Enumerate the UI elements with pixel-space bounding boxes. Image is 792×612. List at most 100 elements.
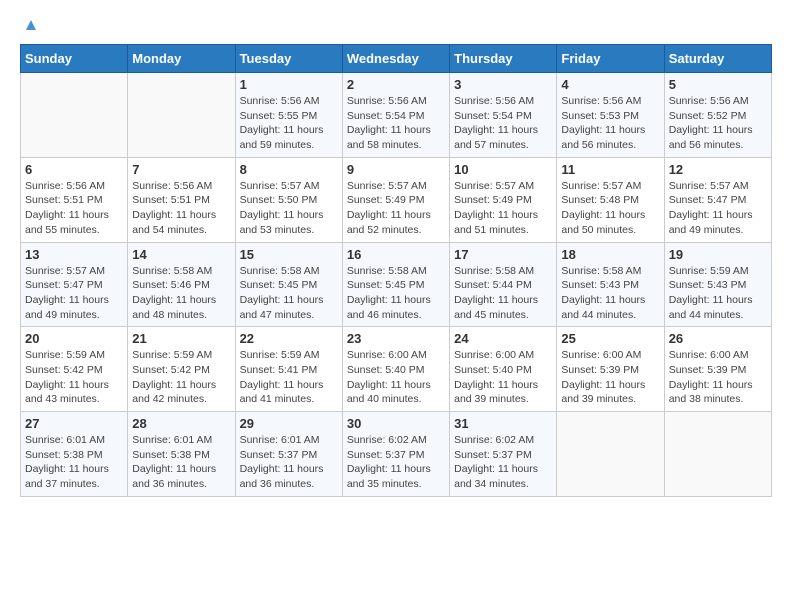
column-header-sunday: Sunday xyxy=(21,45,128,73)
calendar-week-row: 13 Sunrise: 5:57 AMSunset: 5:47 PMDayligh… xyxy=(21,242,772,327)
calendar-cell: 13 Sunrise: 5:57 AMSunset: 5:47 PMDayligh… xyxy=(21,242,128,327)
calendar-cell: 31 Sunrise: 6:02 AMSunset: 5:37 PMDayligh… xyxy=(450,412,557,497)
calendar-cell: 19 Sunrise: 5:59 AMSunset: 5:43 PMDayligh… xyxy=(664,242,771,327)
day-number: 2 xyxy=(347,77,445,92)
day-number: 22 xyxy=(240,331,338,346)
calendar-cell: 21 Sunrise: 5:59 AMSunset: 5:42 PMDayligh… xyxy=(128,327,235,412)
day-number: 15 xyxy=(240,247,338,262)
day-info: Sunrise: 5:58 AMSunset: 5:45 PMDaylight:… xyxy=(347,264,445,323)
day-info: Sunrise: 6:00 AMSunset: 5:40 PMDaylight:… xyxy=(347,348,445,407)
calendar-cell: 26 Sunrise: 6:00 AMSunset: 5:39 PMDayligh… xyxy=(664,327,771,412)
calendar-cell: 9 Sunrise: 5:57 AMSunset: 5:49 PMDaylight… xyxy=(342,157,449,242)
day-info: Sunrise: 5:56 AMSunset: 5:54 PMDaylight:… xyxy=(454,94,552,153)
day-info: Sunrise: 5:57 AMSunset: 5:48 PMDaylight:… xyxy=(561,179,659,238)
day-info: Sunrise: 6:00 AMSunset: 5:40 PMDaylight:… xyxy=(454,348,552,407)
day-info: Sunrise: 6:01 AMSunset: 5:38 PMDaylight:… xyxy=(132,433,230,492)
day-number: 5 xyxy=(669,77,767,92)
calendar-cell: 28Sunrise: 6:01 AMSunset: 5:38 PMDayligh… xyxy=(128,412,235,497)
day-number: 18 xyxy=(561,247,659,262)
column-header-friday: Friday xyxy=(557,45,664,73)
calendar-cell: 4Sunrise: 5:56 AMSunset: 5:53 PMDaylight… xyxy=(557,73,664,158)
calendar-cell: 18Sunrise: 5:58 AMSunset: 5:43 PMDayligh… xyxy=(557,242,664,327)
day-info: Sunrise: 5:58 AMSunset: 5:45 PMDaylight:… xyxy=(240,264,338,323)
day-number: 27 xyxy=(25,416,123,431)
day-info: Sunrise: 6:01 AMSunset: 5:37 PMDaylight:… xyxy=(240,433,338,492)
day-info: Sunrise: 5:59 AMSunset: 5:42 PMDaylight:… xyxy=(132,348,230,407)
logo xyxy=(20,20,40,34)
calendar-cell xyxy=(128,73,235,158)
calendar-header-row: SundayMondayTuesdayWednesdayThursdayFrid… xyxy=(21,45,772,73)
day-info: Sunrise: 5:58 AMSunset: 5:44 PMDaylight:… xyxy=(454,264,552,323)
day-info: Sunrise: 6:02 AMSunset: 5:37 PMDaylight:… xyxy=(347,433,445,492)
calendar-cell: 22 Sunrise: 5:59 AMSunset: 5:41 PMDayligh… xyxy=(235,327,342,412)
calendar-cell: 14Sunrise: 5:58 AMSunset: 5:46 PMDayligh… xyxy=(128,242,235,327)
day-number: 8 xyxy=(240,162,338,177)
calendar-cell: 30 Sunrise: 6:02 AMSunset: 5:37 PMDayligh… xyxy=(342,412,449,497)
day-info: Sunrise: 5:56 AMSunset: 5:52 PMDaylight:… xyxy=(669,94,767,153)
day-info: Sunrise: 6:00 AMSunset: 5:39 PMDaylight:… xyxy=(561,348,659,407)
day-number: 13 xyxy=(25,247,123,262)
day-number: 6 xyxy=(25,162,123,177)
day-info: Sunrise: 5:56 AMSunset: 5:54 PMDaylight:… xyxy=(347,94,445,153)
day-info: Sunrise: 5:56 AMSunset: 5:51 PMDaylight:… xyxy=(25,179,123,238)
day-info: Sunrise: 5:57 AMSunset: 5:47 PMDaylight:… xyxy=(669,179,767,238)
calendar-week-row: 27 Sunrise: 6:01 AMSunset: 5:38 PMDayligh… xyxy=(21,412,772,497)
day-number: 26 xyxy=(669,331,767,346)
day-info: Sunrise: 5:56 AMSunset: 5:55 PMDaylight:… xyxy=(240,94,338,153)
day-info: Sunrise: 6:00 AMSunset: 5:39 PMDaylight:… xyxy=(669,348,767,407)
day-number: 30 xyxy=(347,416,445,431)
day-number: 29 xyxy=(240,416,338,431)
day-info: Sunrise: 5:57 AMSunset: 5:49 PMDaylight:… xyxy=(347,179,445,238)
day-info: Sunrise: 5:59 AMSunset: 5:41 PMDaylight:… xyxy=(240,348,338,407)
calendar-cell: 24 Sunrise: 6:00 AMSunset: 5:40 PMDayligh… xyxy=(450,327,557,412)
calendar-cell: 3 Sunrise: 5:56 AMSunset: 5:54 PMDaylight… xyxy=(450,73,557,158)
calendar-week-row: 6 Sunrise: 5:56 AMSunset: 5:51 PMDaylight… xyxy=(21,157,772,242)
day-number: 23 xyxy=(347,331,445,346)
page-header xyxy=(20,20,772,34)
day-info: Sunrise: 5:57 AMSunset: 5:50 PMDaylight:… xyxy=(240,179,338,238)
calendar-cell xyxy=(21,73,128,158)
day-info: Sunrise: 5:59 AMSunset: 5:42 PMDaylight:… xyxy=(25,348,123,407)
day-number: 16 xyxy=(347,247,445,262)
column-header-saturday: Saturday xyxy=(664,45,771,73)
calendar-cell: 7 Sunrise: 5:56 AMSunset: 5:51 PMDaylight… xyxy=(128,157,235,242)
day-number: 7 xyxy=(132,162,230,177)
calendar-cell: 6 Sunrise: 5:56 AMSunset: 5:51 PMDaylight… xyxy=(21,157,128,242)
day-number: 10 xyxy=(454,162,552,177)
day-info: Sunrise: 6:02 AMSunset: 5:37 PMDaylight:… xyxy=(454,433,552,492)
calendar-cell: 27 Sunrise: 6:01 AMSunset: 5:38 PMDayligh… xyxy=(21,412,128,497)
day-info: Sunrise: 5:57 AMSunset: 5:49 PMDaylight:… xyxy=(454,179,552,238)
day-info: Sunrise: 6:01 AMSunset: 5:38 PMDaylight:… xyxy=(25,433,123,492)
calendar-cell: 8 Sunrise: 5:57 AMSunset: 5:50 PMDaylight… xyxy=(235,157,342,242)
day-number: 17 xyxy=(454,247,552,262)
column-header-monday: Monday xyxy=(128,45,235,73)
day-number: 31 xyxy=(454,416,552,431)
calendar-cell: 25Sunrise: 6:00 AMSunset: 5:39 PMDayligh… xyxy=(557,327,664,412)
day-number: 3 xyxy=(454,77,552,92)
calendar-cell: 23 Sunrise: 6:00 AMSunset: 5:40 PMDayligh… xyxy=(342,327,449,412)
column-header-wednesday: Wednesday xyxy=(342,45,449,73)
calendar-cell: 5 Sunrise: 5:56 AMSunset: 5:52 PMDaylight… xyxy=(664,73,771,158)
column-header-thursday: Thursday xyxy=(450,45,557,73)
day-info: Sunrise: 5:56 AMSunset: 5:53 PMDaylight:… xyxy=(561,94,659,153)
day-number: 11 xyxy=(561,162,659,177)
column-header-tuesday: Tuesday xyxy=(235,45,342,73)
calendar-cell: 11 Sunrise: 5:57 AMSunset: 5:48 PMDayligh… xyxy=(557,157,664,242)
day-number: 9 xyxy=(347,162,445,177)
day-info: Sunrise: 5:57 AMSunset: 5:47 PMDaylight:… xyxy=(25,264,123,323)
logo-triangle-icon xyxy=(22,16,40,34)
calendar-week-row: 1 Sunrise: 5:56 AMSunset: 5:55 PMDaylight… xyxy=(21,73,772,158)
calendar-week-row: 20 Sunrise: 5:59 AMSunset: 5:42 PMDayligh… xyxy=(21,327,772,412)
day-number: 1 xyxy=(240,77,338,92)
calendar-cell: 29 Sunrise: 6:01 AMSunset: 5:37 PMDayligh… xyxy=(235,412,342,497)
day-number: 20 xyxy=(25,331,123,346)
calendar-cell: 12 Sunrise: 5:57 AMSunset: 5:47 PMDayligh… xyxy=(664,157,771,242)
day-number: 12 xyxy=(669,162,767,177)
day-number: 19 xyxy=(669,247,767,262)
day-info: Sunrise: 5:59 AMSunset: 5:43 PMDaylight:… xyxy=(669,264,767,323)
calendar-cell: 17 Sunrise: 5:58 AMSunset: 5:44 PMDayligh… xyxy=(450,242,557,327)
day-number: 24 xyxy=(454,331,552,346)
day-info: Sunrise: 5:56 AMSunset: 5:51 PMDaylight:… xyxy=(132,179,230,238)
calendar-table: SundayMondayTuesdayWednesdayThursdayFrid… xyxy=(20,44,772,497)
day-number: 21 xyxy=(132,331,230,346)
